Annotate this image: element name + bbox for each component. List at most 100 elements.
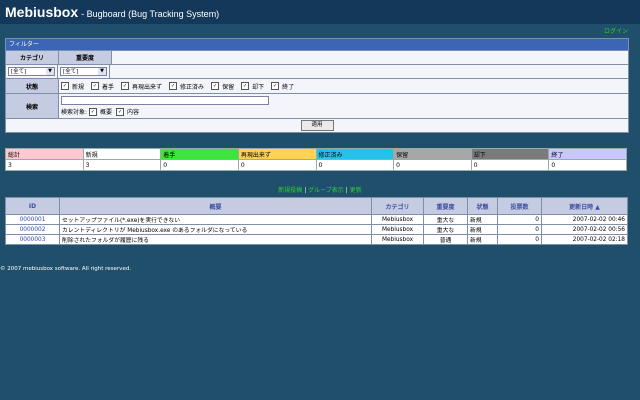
bug-id-link[interactable]: 0000001: [5, 214, 60, 225]
status-checkbox-label: 修正済み: [180, 83, 205, 91]
table-cell: 2007-02-02 00:46: [541, 214, 628, 225]
category-label: カテゴリ: [6, 51, 59, 64]
search-target-label: 内容: [127, 109, 140, 116]
app-name: Mebiusbox: [5, 4, 79, 20]
action-links: 新規投稿 | グループ表示 | 更新: [278, 187, 362, 194]
new-post-link[interactable]: 新規投稿: [278, 187, 302, 194]
checkbox-icon: ✓: [61, 82, 69, 90]
app-title: Mebiusbox - Bugboard (Bug Tracking System…: [5, 4, 219, 20]
table-cell: 重大な: [423, 214, 468, 225]
table-cell: 2007-02-02 02:18: [541, 234, 628, 245]
stat-value: 0: [315, 159, 395, 171]
status-checkbox[interactable]: ✓ 着手: [91, 82, 114, 91]
column-header[interactable]: ID: [5, 197, 60, 215]
table-row: 0000002 カレントディレクトリが Mebiusbox.exe のあるフォルダ…: [5, 224, 628, 235]
group-view-link[interactable]: グループ表示: [308, 187, 344, 194]
bug-id-link[interactable]: 0000002: [5, 224, 60, 235]
chevron-down-icon: ▼: [46, 68, 54, 75]
table-cell: 重大な: [423, 224, 468, 235]
status-checkbox-label: 着手: [102, 83, 115, 91]
table-cell: 新規: [467, 214, 498, 225]
column-header[interactable]: カテゴリ: [371, 197, 424, 215]
status-checkbox[interactable]: ✓ 再現出来ず: [121, 82, 162, 91]
table-cell: セットアップファイル(*.exe)を実行できない: [59, 214, 372, 225]
status-checkboxes: ✓ 新規 ✓ 着手 ✓ 再現出来ず ✓ 修正済み ✓ 保留 ✓ 却下 ✓ 終了: [59, 79, 628, 93]
status-checkbox[interactable]: ✓ 修正済み: [169, 82, 204, 91]
stat-header: 総計: [5, 148, 84, 160]
login-link[interactable]: ログイン: [604, 26, 628, 35]
severity-select[interactable]: [全て] ▼: [60, 67, 107, 76]
bug-table: ID 概要 カテゴリ 重要度 状態 投票数 更新日時 ▲ 0000001 セットアップファイル…: [5, 197, 628, 245]
table-cell: Mebiusbox: [371, 214, 424, 225]
status-checkbox[interactable]: ✓ 保留: [211, 82, 234, 91]
search-label: 検索: [6, 94, 59, 118]
stat-value: 0: [470, 159, 550, 171]
stat-value: 3: [82, 159, 162, 171]
status-checkbox[interactable]: ✓ 終了: [271, 82, 294, 91]
table-cell: Mebiusbox: [371, 234, 424, 245]
table-cell: 0: [497, 224, 542, 235]
column-header[interactable]: 状態: [467, 197, 498, 215]
checkbox-icon: ✓: [116, 107, 125, 116]
table-cell: 新規: [467, 224, 498, 235]
stat-header: 着手: [160, 148, 239, 160]
header-bar: Mebiusbox - Bugboard (Bug Tracking System…: [0, 0, 640, 24]
severity-label: 重要度: [59, 51, 112, 64]
checkbox-icon: ✓: [169, 82, 178, 90]
status-checkbox-label: 終了: [282, 83, 295, 91]
category-select[interactable]: [全て] ▼: [8, 67, 55, 76]
table-cell: 0: [497, 214, 542, 225]
checkbox-icon: ✓: [89, 107, 98, 116]
filter-title: フィルター: [6, 39, 628, 50]
search-input[interactable]: [61, 96, 269, 105]
table-cell: Mebiusbox: [371, 224, 424, 235]
stat-value: 3: [5, 159, 84, 171]
status-checkbox[interactable]: ✓ 却下: [241, 82, 264, 91]
status-checkbox-label: 保留: [222, 83, 235, 91]
search-target-label: 概要: [100, 109, 113, 116]
table-row: 0000003 削除されたフォルダが履歴に残る Mebiusbox 普通 新規 0 2007…: [5, 234, 628, 245]
stat-value: 0: [548, 159, 627, 171]
column-header[interactable]: 投票数: [497, 197, 542, 215]
apply-button[interactable]: 適用: [300, 120, 334, 131]
bug-id-link[interactable]: 0000003: [5, 234, 60, 245]
footer-copyright: © 2007 mebiusbox software. All right res…: [0, 266, 132, 272]
column-header[interactable]: 更新日時 ▲: [541, 197, 628, 215]
column-header[interactable]: 概要: [59, 197, 372, 215]
checkbox-icon: ✓: [271, 82, 280, 90]
stat-value: 0: [160, 159, 239, 171]
search-target-checkbox[interactable]: ✓ 概要: [89, 107, 112, 116]
stat-value: 0: [393, 159, 472, 171]
table-cell: 普通: [423, 234, 468, 245]
checkbox-icon: ✓: [91, 82, 100, 90]
app-subtitle: - Bugboard (Bug Tracking System): [81, 9, 220, 19]
stat-header: 保留: [393, 148, 472, 160]
stat-header: 再現出来ず: [237, 148, 317, 160]
column-header[interactable]: 重要度: [423, 197, 468, 215]
checkbox-icon: ✓: [241, 82, 250, 90]
table-cell: 削除されたフォルダが履歴に残る: [59, 234, 372, 245]
status-label: 状態: [6, 79, 59, 93]
table-cell: カレントディレクトリが Mebiusbox.exe のあるフォルダになっている: [59, 224, 372, 235]
stat-header: 修正済み: [315, 148, 395, 160]
filter-panel: フィルター カテゴリ 重要度 [全て] ▼ [全て] ▼ 状態 ✓ 新規 ✓ 着手 ✓ 再現出…: [5, 38, 629, 133]
table-cell: 新規: [467, 234, 498, 245]
search-target-label: 検索対象:: [61, 109, 88, 116]
table-row: 0000001 セットアップファイル(*.exe)を実行できない Mebiusbox…: [5, 214, 628, 225]
stat-header: 却下: [470, 148, 550, 160]
chevron-down-icon: ▼: [98, 68, 106, 75]
stat-header: 終了: [548, 148, 627, 160]
status-checkbox[interactable]: ✓ 新規: [61, 82, 84, 91]
status-checkbox-label: 却下: [252, 83, 265, 91]
status-checkbox-label: 再現出来ず: [132, 83, 163, 91]
refresh-link[interactable]: 更新: [350, 187, 362, 194]
table-cell: 0: [497, 234, 542, 245]
search-target-checkboxes: ✓ 概要 ✓ 内容: [89, 107, 143, 116]
checkbox-icon: ✓: [211, 82, 220, 90]
search-target-checkbox[interactable]: ✓ 内容: [116, 107, 139, 116]
status-checkbox-label: 新規: [72, 83, 85, 91]
table-cell: 2007-02-02 00:56: [541, 224, 628, 235]
stat-header: 新規: [82, 148, 162, 160]
status-summary: 総計 新規 着手 再現出来ず 修正済み 保留 却下 終了 33000000: [5, 148, 627, 171]
checkbox-icon: ✓: [121, 82, 130, 90]
